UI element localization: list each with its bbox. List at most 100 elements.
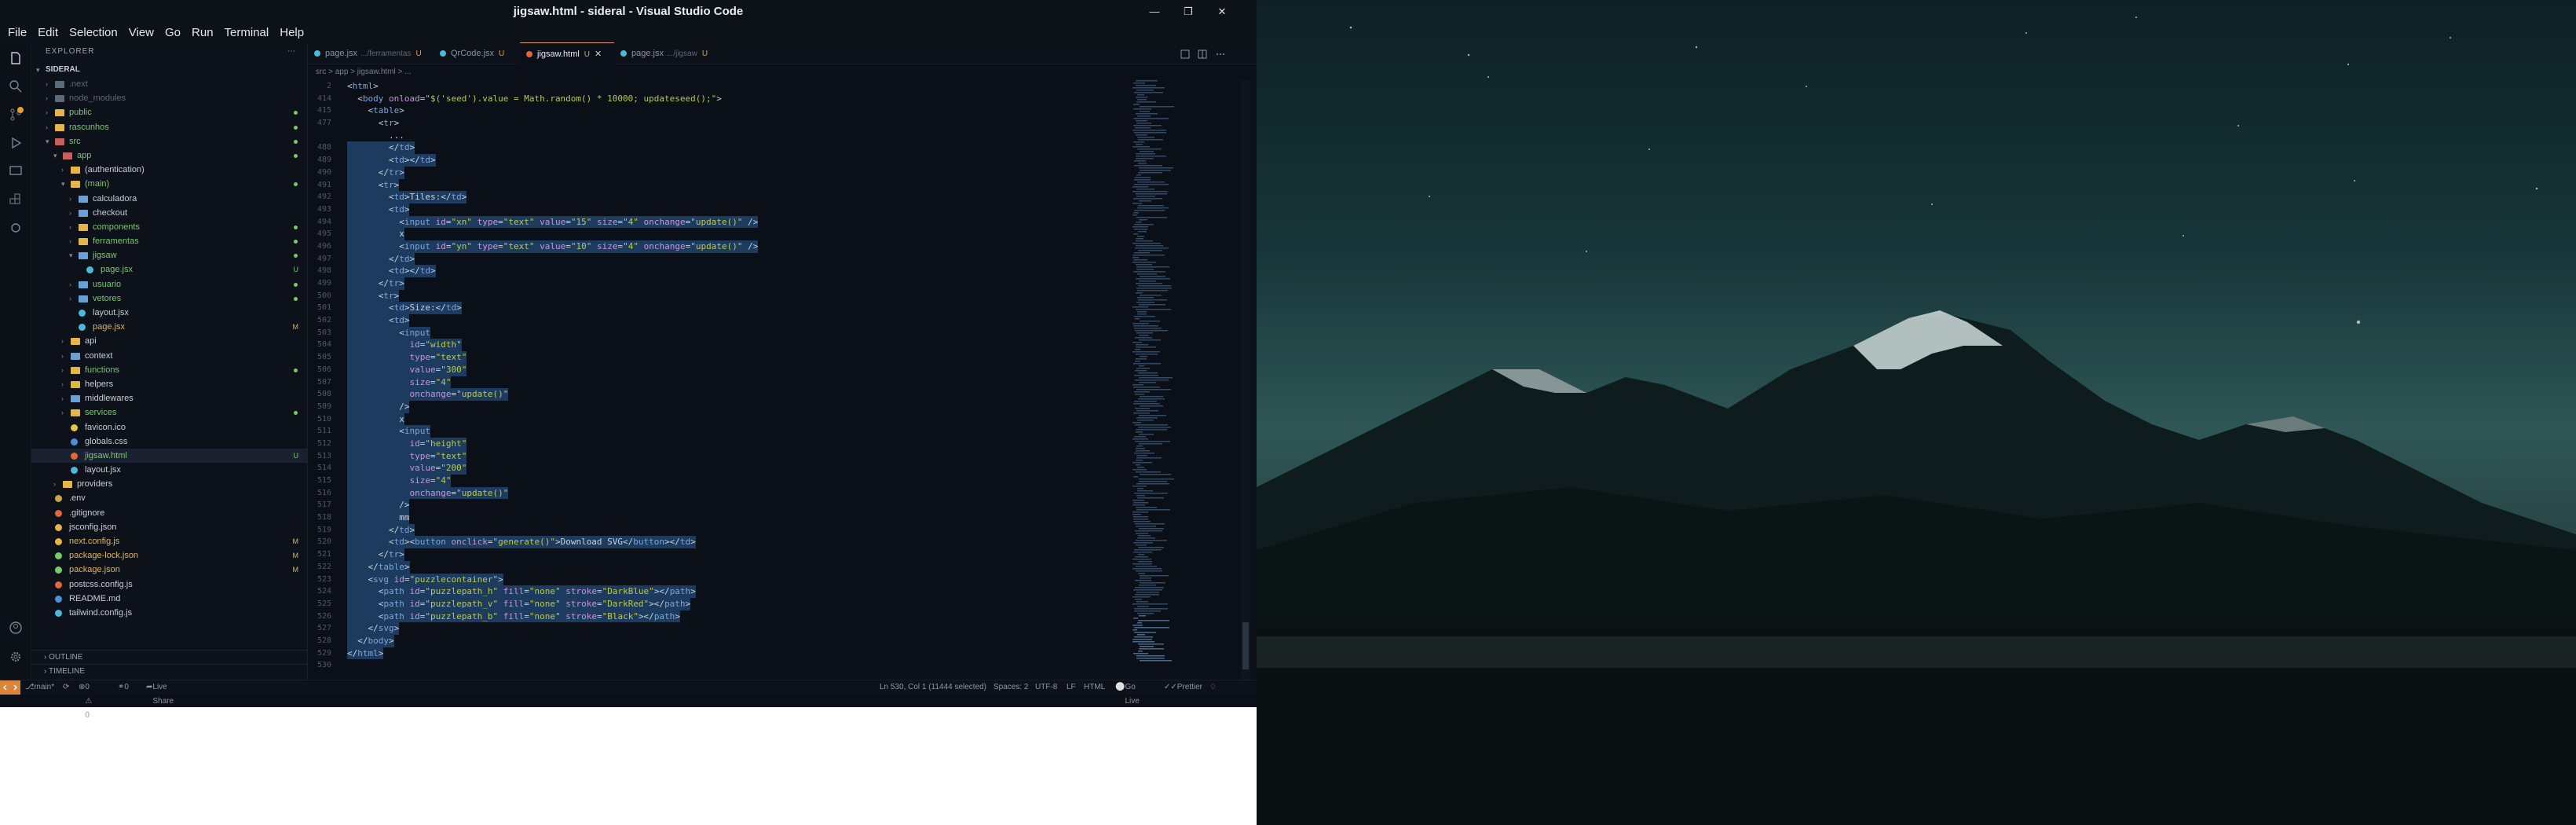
code-line[interactable]: 528 </body> — [308, 634, 1125, 647]
tree-file[interactable]: tailwind.config.js — [31, 606, 308, 620]
outline-section[interactable]: › OUTLINE — [31, 650, 308, 664]
remote-indicator[interactable] — [0, 680, 20, 695]
code-line[interactable]: 509 /> — [308, 400, 1125, 413]
tree-folder[interactable]: › .next — [31, 77, 308, 91]
workspace-root[interactable]: ▾ SIDERAL — [31, 63, 308, 77]
menu-help[interactable]: Help — [272, 24, 307, 42]
menu-run[interactable]: Run — [184, 24, 217, 42]
code-line[interactable]: 477 <tr> — [308, 117, 1125, 130]
go-live-button[interactable]: ⚪ Go Live — [1115, 680, 1140, 706]
tree-file[interactable]: layout.jsx — [31, 463, 308, 477]
prettier-button[interactable]: ✓✓ Prettier — [1164, 680, 1202, 695]
tree-file[interactable]: .gitignore — [31, 506, 308, 520]
code-line[interactable]: 508 onchange="update()" — [308, 388, 1125, 401]
tree-folder[interactable]: › services — [31, 405, 308, 420]
code-line[interactable]: 517 /> — [308, 499, 1125, 512]
code-line[interactable]: 496 <input id="yn" type="text" value="10… — [308, 240, 1125, 253]
scrollbar-thumb[interactable] — [1242, 622, 1249, 669]
tree-file[interactable]: package.json M — [31, 563, 308, 577]
tree-folder[interactable]: › ferramentas — [31, 234, 308, 248]
code-line[interactable]: 492 <td>Tiles:</td> — [308, 191, 1125, 204]
code-line[interactable]: 512 id="height" — [308, 437, 1125, 450]
code-line[interactable]: 505 type="text" — [308, 351, 1125, 364]
menu-edit[interactable]: Edit — [30, 24, 61, 42]
code-line[interactable]: 506 value="300" — [308, 363, 1125, 376]
code-line[interactable]: 489 <td></td> — [308, 154, 1125, 167]
code-line[interactable]: 523 <svg id="puzzlecontainer"> — [308, 573, 1125, 586]
sync-icon[interactable]: ⟳ — [63, 680, 69, 695]
code-line[interactable]: ... — [308, 130, 1125, 142]
menu-view[interactable]: View — [121, 24, 157, 42]
code-line[interactable]: 495 x — [308, 228, 1125, 240]
code-line[interactable]: 515 size="4" — [308, 475, 1125, 487]
tree-folder[interactable]: › api — [31, 334, 308, 348]
tree-folder[interactable]: › helpers — [31, 377, 308, 391]
tree-folder[interactable]: › components — [31, 220, 308, 234]
editor-tab[interactable]: jigsaw.html U ✕ — [520, 42, 614, 64]
code-line[interactable]: 491 <tr> — [308, 178, 1125, 192]
code-line[interactable]: 511 <input — [308, 425, 1125, 438]
tree-folder[interactable]: › rascunhos — [31, 120, 308, 134]
tree-folder[interactable]: › public — [31, 105, 308, 119]
code-line[interactable]: 525 <path id="puzzlepath_v" fill="none" … — [308, 597, 1125, 610]
code-line[interactable]: 504 id="width" — [308, 339, 1125, 352]
code-line[interactable]: 524 <path id="puzzlepath_h" fill="none" … — [308, 585, 1125, 598]
code-line[interactable]: 499 </tr> — [308, 277, 1125, 290]
ports-indicator[interactable]: ⚭ 0 — [118, 680, 129, 695]
tree-folder[interactable]: › usuario — [31, 277, 308, 292]
close-tab-icon[interactable]: ✕ — [595, 50, 602, 59]
more-editor-actions-icon[interactable] — [1217, 53, 1218, 55]
tree-folder[interactable]: › calculadora — [31, 192, 308, 206]
minimize-icon[interactable]: — — [1140, 0, 1169, 24]
code-line[interactable]: 498 <td></td> — [308, 265, 1125, 278]
code-line[interactable]: 493 <td> — [308, 203, 1125, 216]
editor-scrollbar[interactable] — [1241, 80, 1250, 693]
tree-folder[interactable]: › functions — [31, 363, 308, 377]
restore-icon[interactable]: ❐ — [1174, 0, 1202, 24]
menu-go[interactable]: Go — [157, 24, 184, 42]
tree-folder[interactable]: ▾ jigsaw — [31, 248, 308, 262]
code-line[interactable]: 502 <td> — [308, 314, 1125, 327]
breadcrumb[interactable]: src > app > jigsaw.html > ... — [308, 64, 1172, 80]
tree-folder[interactable]: ▾ app — [31, 148, 308, 163]
live-share-button[interactable]: ➦ Live Share — [146, 680, 174, 706]
tree-file[interactable]: page.jsx U — [31, 262, 308, 277]
open-changes-icon[interactable] — [1180, 50, 1190, 59]
source-control-icon[interactable] — [8, 107, 24, 123]
menu-selection[interactable]: Selection — [61, 24, 121, 42]
tree-file[interactable]: package-lock.json M — [31, 548, 308, 563]
indentation[interactable]: Spaces: 2 — [993, 680, 1028, 695]
code-line[interactable]: 516 onchange="update()" — [308, 486, 1125, 500]
code-line[interactable]: 520 <td><button onclick="generate()">Dow… — [308, 536, 1125, 549]
tree-folder[interactable]: › checkout — [31, 206, 308, 220]
problems-indicator[interactable]: ⊗ 0 ⚠ 0 — [79, 680, 92, 720]
code-line[interactable]: 519 </td> — [308, 523, 1125, 537]
menu-file[interactable]: File — [0, 24, 30, 42]
code-line[interactable]: 522 </table> — [308, 560, 1125, 574]
code-line[interactable]: 503 <input — [308, 326, 1125, 339]
code-line[interactable]: 518 mm — [308, 512, 1125, 524]
explorer-icon[interactable] — [8, 50, 24, 66]
code-line[interactable]: 521 </tr> — [308, 548, 1125, 561]
code-line[interactable]: 510 x — [308, 412, 1125, 426]
tree-folder[interactable]: › providers — [31, 477, 308, 491]
git-graph-icon[interactable] — [8, 220, 24, 236]
code-line[interactable]: 488 </td> — [308, 141, 1125, 155]
menu-terminal[interactable]: Terminal — [217, 24, 273, 42]
tree-file[interactable]: next.config.js M — [31, 534, 308, 548]
tree-folder[interactable]: › middlewares — [31, 391, 308, 405]
tree-file[interactable]: .env — [31, 491, 308, 505]
editor-tab[interactable]: page.jsx .../jigsaw U — [614, 42, 708, 64]
code-line[interactable]: 513 type="text" — [308, 449, 1125, 463]
tree-folder[interactable]: › node_modules — [31, 91, 308, 105]
tree-file[interactable]: globals.css — [31, 434, 308, 449]
tree-file[interactable]: jsconfig.json — [31, 520, 308, 534]
remote-explorer-icon[interactable] — [8, 163, 24, 179]
tree-folder[interactable]: › vetores — [31, 292, 308, 306]
manage-gear-icon[interactable] — [8, 649, 24, 665]
tree-file[interactable]: README.md — [31, 592, 308, 606]
encoding[interactable]: UTF-8 — [1035, 680, 1057, 695]
code-line[interactable]: 514 value="200" — [308, 462, 1125, 475]
editor-tab[interactable]: QrCode.jsx U — [434, 42, 520, 64]
tree-file[interactable]: postcss.config.js — [31, 578, 308, 592]
